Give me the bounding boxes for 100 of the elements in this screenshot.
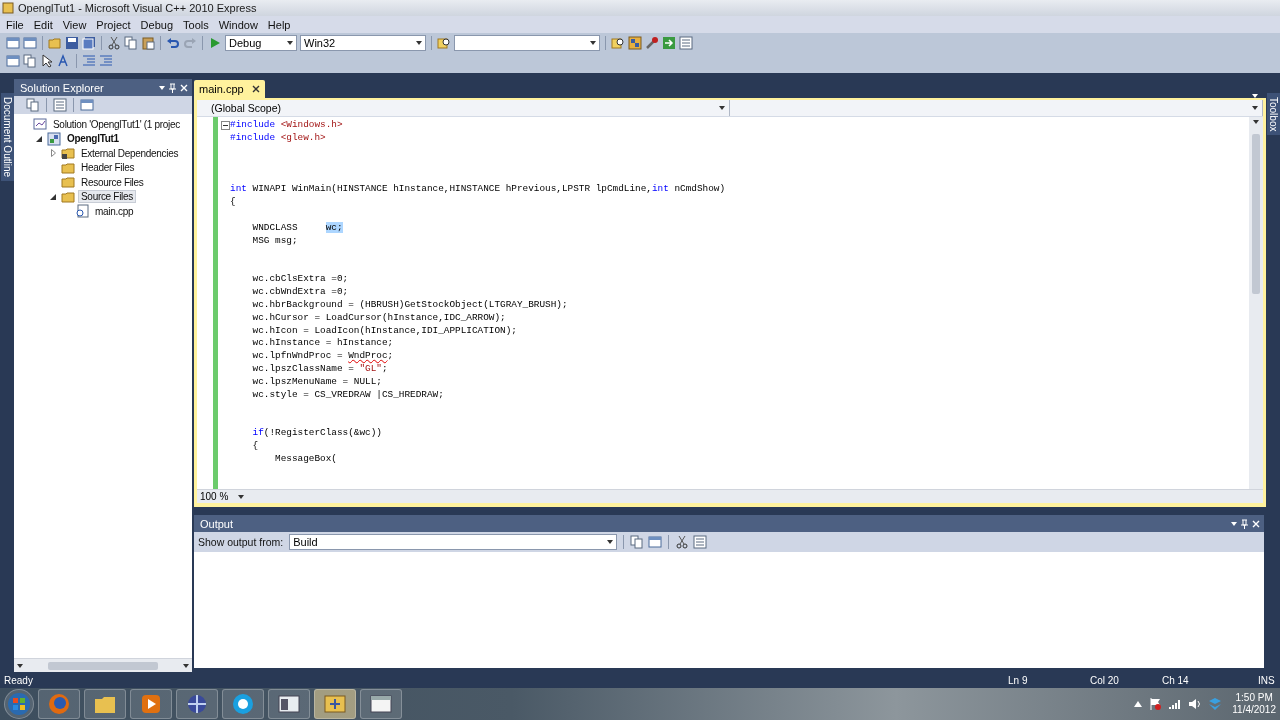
ring-icon bbox=[232, 693, 254, 715]
dropdown-arrow-icon[interactable] bbox=[416, 40, 422, 45]
app-button[interactable] bbox=[176, 689, 218, 719]
menu-item[interactable]: Edit bbox=[29, 18, 59, 31]
window-icon[interactable] bbox=[6, 35, 20, 50]
menu-item[interactable]: Tools bbox=[179, 18, 215, 31]
expand-arrow-icon[interactable] bbox=[50, 149, 56, 158]
close-icon[interactable] bbox=[251, 85, 260, 93]
window-icon bbox=[370, 695, 392, 713]
menu-item[interactable]: Project bbox=[92, 18, 137, 31]
menu-item[interactable]: Help bbox=[263, 18, 297, 31]
tree-item[interactable]: Header Files bbox=[78, 161, 138, 175]
document-outline-tab[interactable]: Document Outline bbox=[0, 93, 14, 182]
properties-icon[interactable] bbox=[53, 98, 67, 112]
window-button[interactable] bbox=[360, 689, 402, 719]
code-line: wc.lpfnWndProc = WndProc; bbox=[251, 350, 394, 364]
properties-icon[interactable] bbox=[679, 35, 693, 50]
clock-date: 11/4/2012 bbox=[1232, 704, 1276, 716]
code-line: wc.lpszMenuName = NULL; bbox=[251, 375, 382, 389]
menu-item[interactable]: Window bbox=[214, 18, 264, 31]
globe-grid-icon bbox=[186, 693, 208, 715]
scrollbar[interactable] bbox=[14, 658, 192, 672]
find-in-files-icon[interactable] bbox=[437, 35, 451, 50]
properties-icon[interactable] bbox=[693, 535, 708, 549]
dropdown-arrow-icon[interactable] bbox=[1231, 521, 1237, 526]
window-icon bbox=[278, 695, 300, 713]
copy-icon[interactable] bbox=[630, 535, 645, 549]
scissors-icon[interactable] bbox=[107, 35, 121, 50]
scrollbar-thumb[interactable] bbox=[1252, 134, 1260, 294]
dropdown-arrow-icon[interactable] bbox=[1252, 106, 1258, 110]
dropdown-arrow-icon[interactable] bbox=[159, 85, 165, 90]
window-icon[interactable] bbox=[80, 98, 94, 112]
plus-window-icon bbox=[324, 695, 346, 713]
speaker-icon[interactable] bbox=[1188, 697, 1203, 711]
find-in-files-icon[interactable] bbox=[611, 35, 625, 50]
clipboard-icon[interactable] bbox=[141, 35, 155, 50]
dropdown-arrow-icon[interactable] bbox=[1253, 120, 1259, 124]
scrollbar[interactable] bbox=[1249, 117, 1263, 489]
code-line: #include <Windows.h> bbox=[230, 119, 343, 132]
dropdown-arrow-icon[interactable] bbox=[17, 663, 23, 668]
line-number: Ln 9 bbox=[1008, 674, 1029, 686]
flag-icon[interactable] bbox=[1148, 697, 1163, 711]
dropdown-arrow-icon[interactable] bbox=[183, 663, 189, 668]
dropdown-arrow-icon[interactable] bbox=[287, 40, 293, 45]
signal-icon[interactable] bbox=[1168, 697, 1183, 711]
clock-time: 1:50 PM bbox=[1235, 692, 1273, 704]
folder-icon bbox=[61, 146, 75, 161]
menu-item[interactable]: File bbox=[2, 18, 30, 31]
media-player-button[interactable] bbox=[130, 689, 172, 719]
code-line: wc.lpszClassName = "GL"; bbox=[251, 363, 388, 376]
window-icon[interactable] bbox=[6, 53, 20, 68]
file-explorer-button[interactable] bbox=[84, 689, 126, 719]
code-line: wc.cbClsExtra =0; bbox=[251, 273, 349, 286]
collapse-arrow-icon[interactable] bbox=[36, 135, 42, 142]
grid-icon[interactable] bbox=[628, 35, 642, 50]
start-button[interactable] bbox=[4, 689, 34, 719]
platform-dropdown[interactable]: Win32 bbox=[300, 34, 426, 51]
configuration-dropdown[interactable]: Debug bbox=[225, 34, 297, 51]
code-line: int WINAPI WinMain(HINSTANCE hInstance,HINSTANCE hPrevious,LPSTR lpCmdLine,int nCmdShow) bbox=[230, 183, 726, 197]
dropdown-arrow-icon[interactable] bbox=[238, 494, 244, 499]
save-icon[interactable] bbox=[65, 35, 79, 50]
dropdown-arrow-icon[interactable] bbox=[1252, 94, 1258, 98]
dropdown-arrow-icon[interactable] bbox=[607, 540, 614, 544]
menu-item[interactable]: Debug bbox=[136, 18, 180, 31]
window-button[interactable] bbox=[268, 689, 310, 719]
pin-icon[interactable] bbox=[169, 82, 176, 93]
tree-item[interactable]: main.cpp bbox=[92, 204, 137, 218]
menu-item[interactable]: View bbox=[58, 18, 93, 31]
pointer-icon[interactable] bbox=[40, 53, 54, 68]
tree-item[interactable]: OpenglTut1 bbox=[64, 132, 122, 146]
window-icon[interactable] bbox=[648, 535, 663, 549]
scrollbar-thumb[interactable] bbox=[48, 661, 158, 670]
copy-icon[interactable] bbox=[124, 35, 138, 50]
tree-item[interactable]: Resource Files bbox=[78, 175, 147, 189]
tree-item[interactable]: Source Files bbox=[78, 190, 136, 204]
collapse-arrow-icon[interactable] bbox=[50, 193, 56, 200]
editor-tab[interactable]: main.cpp bbox=[194, 80, 265, 98]
export-icon[interactable] bbox=[662, 35, 676, 50]
zoom-dropdown[interactable]: 100 % bbox=[197, 491, 247, 502]
font-size-icon[interactable] bbox=[57, 53, 71, 68]
toolbox-tab[interactable]: Toolbox bbox=[1266, 93, 1280, 136]
undo-icon[interactable] bbox=[166, 35, 180, 50]
dropdown-arrow-icon[interactable] bbox=[590, 40, 596, 45]
scissors-icon[interactable] bbox=[675, 535, 690, 549]
tree-item[interactable]: Solution 'OpenglTut1' (1 projec bbox=[50, 117, 183, 131]
dropdown-arrow-icon[interactable] bbox=[719, 106, 725, 110]
save-all-icon[interactable] bbox=[82, 35, 96, 50]
copy-icon[interactable] bbox=[26, 98, 40, 112]
char-number: Ch 14 bbox=[1162, 674, 1190, 686]
cpp-file-icon bbox=[75, 204, 89, 219]
panel-title: Solution Explorer bbox=[20, 81, 104, 94]
show-hidden-icons-icon[interactable] bbox=[1134, 701, 1143, 707]
windows-orb-icon bbox=[7, 692, 31, 716]
tree-item[interactable]: External Dependencies bbox=[78, 146, 182, 160]
pin-icon[interactable] bbox=[1241, 518, 1248, 529]
chat-app-button[interactable] bbox=[222, 689, 264, 719]
output-source-dropdown[interactable]: Build bbox=[289, 534, 618, 550]
wrench-icon[interactable] bbox=[645, 35, 659, 50]
collapse-icon[interactable] bbox=[220, 120, 230, 130]
visual-studio-button[interactable] bbox=[314, 689, 356, 719]
